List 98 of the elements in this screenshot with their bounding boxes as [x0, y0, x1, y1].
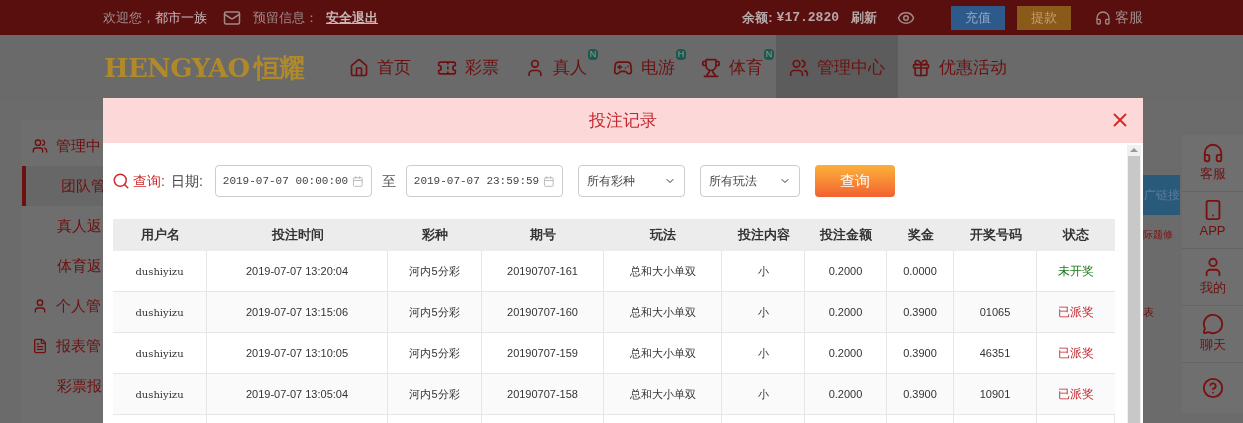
document-icon	[32, 338, 48, 354]
status-text: 已派奖	[1058, 386, 1094, 403]
table-cell-text: 0.2000	[828, 345, 863, 361]
nav-badge: N	[587, 49, 599, 60]
date-from-field[interactable]: 2019-07-07 00:00:00	[214, 165, 372, 197]
table-cell-text: 总和大小单双	[629, 386, 696, 402]
house-icon	[349, 57, 370, 78]
sidebar-group[interactable]: 报表管	[22, 326, 103, 366]
sidebar-item[interactable]: 体育返	[22, 246, 103, 286]
column-header: 投注时间	[270, 226, 325, 245]
to-label: 至	[381, 171, 396, 191]
trophy-icon	[701, 57, 722, 78]
lottery-select[interactable]: 所有彩种	[577, 165, 685, 197]
table-cell-text: 20190707-159	[507, 345, 578, 361]
table-cell-text: 20190707-161	[507, 263, 578, 279]
table-cell-text: dushiyizu	[135, 305, 184, 320]
table-cell-text: 0.2000	[828, 304, 863, 320]
notice-text: 表	[1143, 305, 1155, 320]
table-cell-text: 0.0000	[903, 263, 937, 279]
column-header: 彩种	[421, 226, 449, 245]
table-cell-text: 总和大小单双	[629, 304, 696, 320]
refresh-link[interactable]: 刷新	[851, 7, 877, 28]
sidebar-item[interactable]: 彩票报	[22, 366, 103, 406]
table-cell-text: 小	[757, 304, 769, 320]
table-cell-text: 2019-07-07 13:15:06	[245, 304, 349, 320]
column-header: 玩法	[648, 226, 677, 245]
users-icon	[789, 57, 810, 78]
sidebar-item[interactable]: 真人返	[22, 206, 103, 246]
deposit-button[interactable]: 充值	[951, 5, 1005, 30]
table-cell-text: 总和大小单双	[629, 263, 696, 279]
column-header: 期号	[529, 226, 557, 245]
table-cell-text: 46351	[979, 345, 1011, 361]
modal-title: 投注记录	[589, 109, 657, 132]
headset-icon	[1201, 142, 1224, 165]
status-text: 已派奖	[1058, 304, 1094, 321]
play-select[interactable]: 所有玩法	[699, 165, 800, 197]
table-cell-text: 0.2000	[828, 263, 863, 279]
column-header: 状态	[1061, 226, 1090, 245]
date-to-field[interactable]: 2019-07-07 23:59:59	[405, 165, 563, 197]
reserved-info-label: 预留信息：	[253, 8, 318, 27]
nav-item[interactable]: 管理中心	[776, 35, 899, 100]
logo[interactable]: HENGYAO恒耀	[104, 54, 305, 81]
nav-badge: H	[675, 49, 687, 60]
status-text: 已派奖	[1058, 345, 1094, 362]
date-label: 日期:	[170, 171, 203, 191]
column-header: 奖金	[906, 226, 935, 245]
status-text: 未开奖	[1058, 263, 1094, 280]
table-cell-text: 河内5分彩	[409, 263, 460, 279]
column-header: 用户名	[139, 226, 181, 245]
table-cell-text: dushiyizu	[135, 264, 184, 279]
sidebar-group[interactable]: 个人管	[22, 286, 103, 326]
table-cell-text: 0.3900	[903, 386, 937, 402]
query-button[interactable]: 查询	[814, 165, 895, 197]
table-cell-text: 2019-07-07 13:10:05	[245, 345, 349, 361]
table-cell-text: 小	[757, 386, 769, 402]
table-cell-text: 0.3900	[903, 304, 937, 320]
users-icon	[32, 138, 48, 154]
gift-icon	[911, 57, 932, 78]
nav-badge: N	[763, 49, 775, 60]
welcome-text: 欢迎您，	[103, 8, 155, 27]
service-link[interactable]: 客服	[1115, 7, 1143, 28]
mail-icon[interactable]	[223, 8, 241, 27]
sidebar-group[interactable]: 管理中	[22, 126, 103, 166]
person-icon	[32, 298, 48, 314]
table-cell-text: 河内5分彩	[409, 304, 460, 320]
table-cell-text: 小	[757, 345, 769, 361]
table-cell-text: 20190707-158	[507, 386, 578, 402]
search-icon	[112, 172, 130, 190]
logout-link[interactable]: 安全退出	[326, 7, 378, 28]
table-cell-text: 20190707-160	[507, 304, 578, 320]
column-header: 开奖号码	[968, 226, 1023, 245]
table-cell-text: dushiyizu	[135, 346, 184, 361]
table-cell-text: 10901	[979, 386, 1011, 402]
balance-value: ¥17.2820	[776, 8, 839, 27]
column-header: 投注内容	[736, 226, 791, 245]
column-header: 投注金额	[818, 226, 873, 245]
table-cell-text: 2019-07-07 13:05:04	[245, 386, 349, 402]
float-item[interactable]: APP	[1182, 192, 1243, 249]
table-cell-text: dushiyizu	[135, 387, 184, 402]
withdraw-button[interactable]: 提款	[1017, 5, 1071, 30]
balance-label: 余额:	[742, 8, 773, 27]
table-cell-text: 2019-07-07 13:20:04	[245, 263, 349, 279]
query-label: 查询:	[133, 171, 165, 191]
help-icon[interactable]	[1201, 377, 1224, 399]
table-cell-text: 小	[757, 263, 769, 279]
float-item[interactable]: 聊天	[1182, 306, 1243, 363]
float-item[interactable]: 我的	[1182, 249, 1243, 306]
float-item[interactable]: 客服	[1182, 135, 1243, 192]
table-cell-text: 河内5分彩	[409, 386, 460, 402]
table-cell-text: 0.3900	[903, 345, 937, 361]
notice-text: 际题修	[1143, 228, 1174, 242]
headset-icon	[1095, 9, 1111, 26]
table-cell-text: 河内5分彩	[409, 345, 460, 361]
table-cell-text: 0.2000	[828, 386, 863, 402]
table-cell-text: 01065	[979, 304, 1011, 320]
username: 都市一族	[155, 8, 207, 27]
chat-icon	[1201, 313, 1224, 336]
table-cell-text: 总和大小单双	[629, 345, 696, 361]
